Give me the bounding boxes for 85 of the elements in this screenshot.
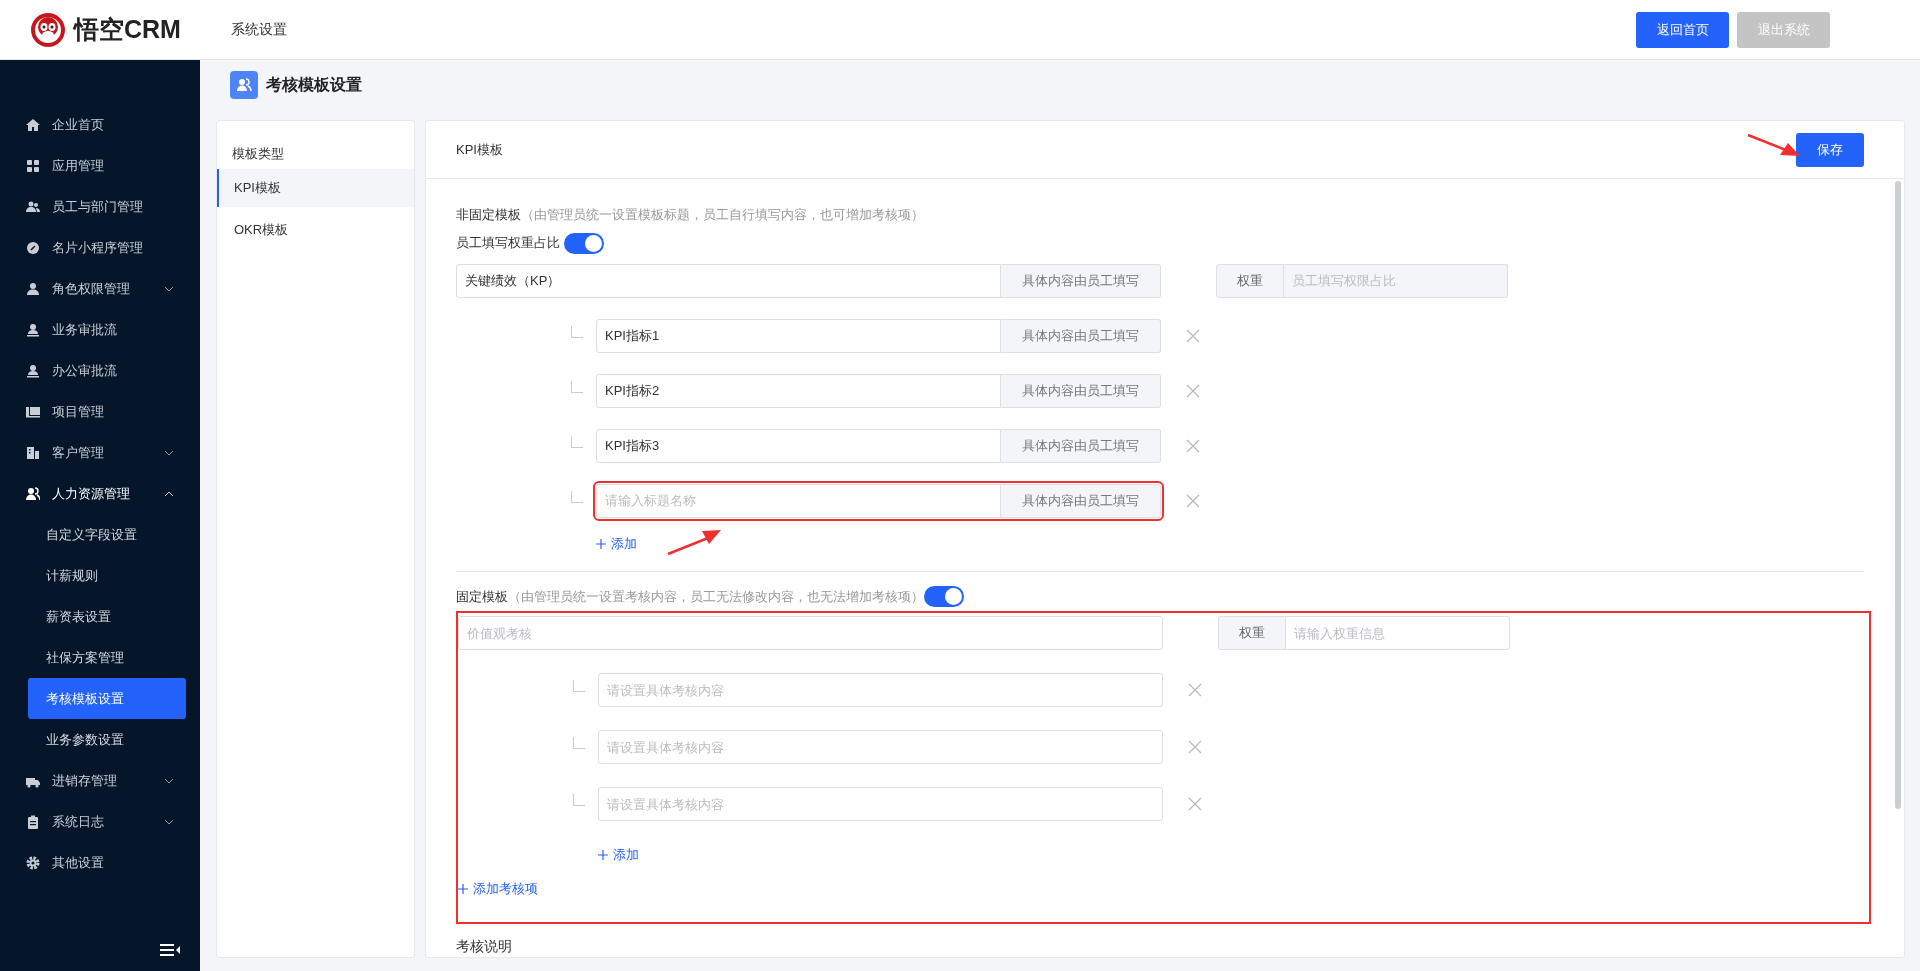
sidebar-subitem[interactable]: 自定义字段设置 [28,514,186,555]
add-link[interactable]: 添加 [596,533,637,553]
tree-connector [571,325,583,338]
close-icon[interactable] [1186,493,1200,508]
indicator-input[interactable]: KPI指标3 [596,428,1001,463]
indicator-input[interactable]: 请输入标题名称 [596,483,1001,518]
weight-label: 权重 [1216,263,1284,298]
user-icon [26,322,40,337]
settings-icon [26,855,40,870]
users-icon [236,78,252,92]
sidebar-item[interactable]: 应用管理 [0,145,200,186]
sidebar-item[interactable]: 业务审批流 [0,309,200,350]
sidebar-item[interactable]: 其他设置 [0,842,200,883]
close-icon[interactable] [1188,740,1202,754]
tree-connector [573,680,585,692]
sidebar-item[interactable]: 进销存管理 [0,760,200,801]
section-heading: 考核说明 [456,937,513,956]
tree-connector [573,794,585,806]
logo-text: 悟空CRM [74,13,181,45]
indicator-input[interactable]: KPI指标2 [596,373,1001,408]
template-type-title: 模板类型 [232,145,284,164]
tree-connector [571,435,583,448]
weight-input[interactable]: 请输入权重信息 [1286,616,1510,650]
sidebar-subitem[interactable]: 计薪规则 [28,555,186,596]
input-addon: 具体内容由员工填写 [1001,373,1161,408]
sidebar-item[interactable]: 客户管理 [0,432,200,473]
template-type-item[interactable]: OKR模板 [217,211,414,249]
sidebar-item[interactable]: 角色权限管理 [0,268,200,309]
indicator-input[interactable]: KPI指标1 [596,318,1001,353]
save-button[interactable]: 保存 [1796,132,1864,167]
users-icon [26,199,40,214]
list-icon [26,404,40,419]
sidebar-subitem[interactable]: 考核模板设置 [28,678,186,719]
plus-icon [458,883,468,894]
input-addon: 具体内容由员工填写 [1001,483,1161,518]
building-icon [26,445,40,460]
close-icon[interactable] [1188,683,1202,697]
sidebar-item[interactable]: 系统日志 [0,801,200,842]
content-input[interactable]: 请设置具体考核内容 [598,673,1163,707]
plus-icon [596,538,606,549]
plus-icon [598,850,608,860]
close-icon[interactable] [1186,328,1200,343]
menu-collapse-icon [160,943,180,957]
content-input[interactable]: 请设置具体考核内容 [598,787,1163,821]
sidebar-subitem[interactable]: 社保方案管理 [28,637,186,678]
input-addon: 具体内容由员工填写 [1001,318,1161,353]
page-title: 考核模板设置 [266,75,362,95]
tree-connector [573,737,585,749]
sidebar-item[interactable]: 员工与部门管理 [0,186,200,227]
link-icon [26,240,40,255]
toggle-switch[interactable] [564,232,604,254]
panel-title: KPI模板 [456,140,503,159]
sidebar-item[interactable]: 办公审批流 [0,350,200,391]
sidebar-item[interactable]: 企业首页 [0,104,200,145]
sidebar-item[interactable]: 名片小程序管理 [0,227,200,268]
tree-connector [571,490,583,503]
home-icon [26,117,40,132]
add-link[interactable]: 添加 [598,845,639,865]
template-type-item[interactable]: KPI模板 [217,169,414,207]
header-button[interactable]: 返回首页 [1636,11,1729,48]
scrollbar[interactable] [1895,181,1901,809]
close-icon[interactable] [1186,438,1200,453]
user-icon [26,281,40,296]
grid-icon [26,158,40,173]
monkey-logo-icon [30,11,66,48]
toggle-label: 员工填写权重占比 [456,234,560,253]
tree-connector [571,380,583,393]
sidebar-subitem[interactable]: 薪资表设置 [28,596,186,637]
clipboard-icon [26,814,40,829]
sidebar-subitem[interactable]: 业务参数设置 [28,719,186,760]
weight-label: 权重 [1218,616,1286,650]
input-addon: 具体内容由员工填写 [1001,428,1161,463]
content-input[interactable]: 请设置具体考核内容 [598,730,1163,764]
header-title: 系统设置 [230,20,287,39]
sidebar-item[interactable]: 人力资源管理 [0,473,200,514]
sidebar-item[interactable]: 项目管理 [0,391,200,432]
add-item-link[interactable]: 添加考核项 [458,878,538,898]
users-icon [26,486,40,501]
title-input[interactable]: 关键绩效（KP） [456,263,1001,298]
input-addon: 具体内容由员工填写 [1001,263,1161,298]
user-icon [26,363,40,378]
close-icon[interactable] [1186,383,1200,398]
close-icon[interactable] [1188,797,1202,811]
title-input[interactable]: 价值观考核 [458,616,1163,650]
toggle-switch[interactable] [924,586,964,607]
